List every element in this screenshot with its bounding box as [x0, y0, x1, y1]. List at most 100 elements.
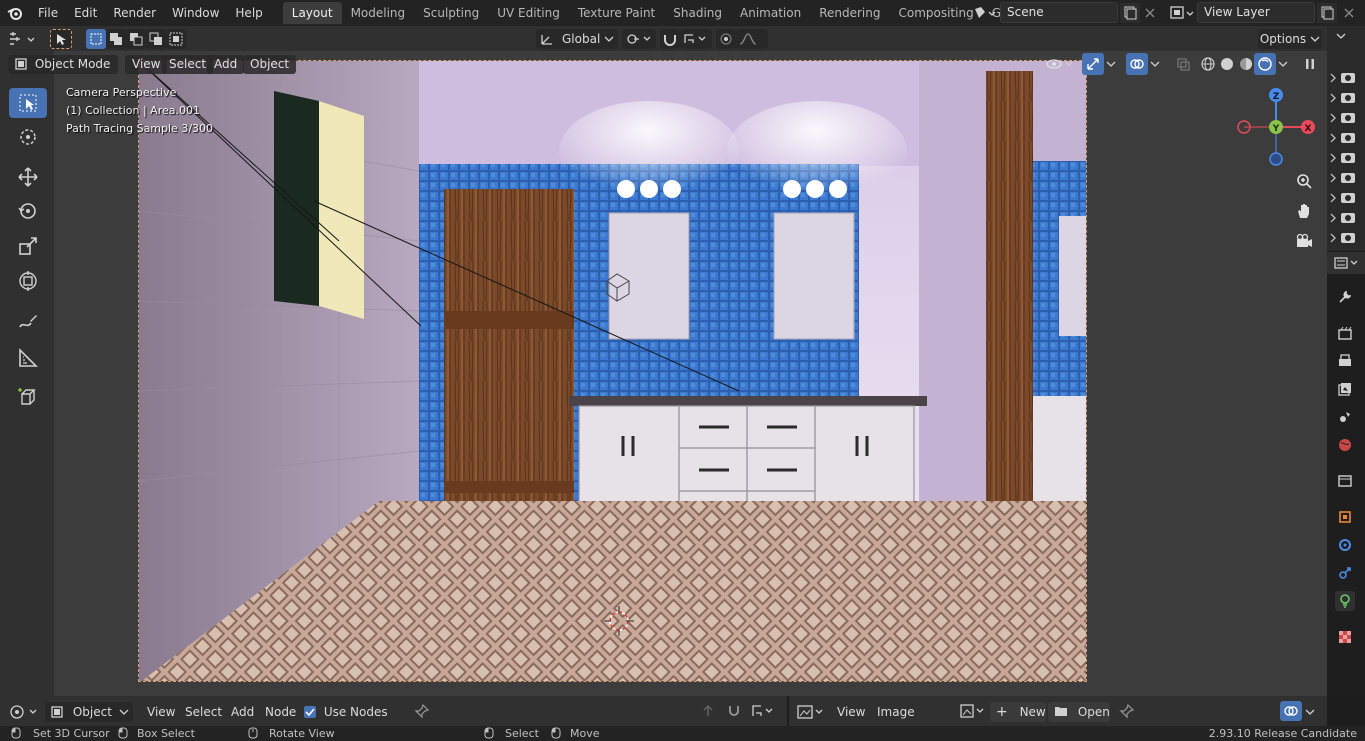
physics-icon[interactable] — [1335, 563, 1355, 583]
image-editor-type-icon[interactable] — [795, 702, 827, 722]
shader-type-dropdown[interactable]: Object — [45, 702, 133, 722]
object-mode-dropdown[interactable]: Object Mode — [8, 55, 118, 74]
object-data-icon[interactable] — [1335, 591, 1355, 611]
options-dropdown[interactable]: Options — [1258, 29, 1322, 49]
3d-viewport[interactable]: Camera Perspective (1) Collection | Area… — [8, 51, 1327, 696]
menu-edit[interactable]: Edit — [66, 0, 105, 26]
modifier-icon[interactable] — [1335, 535, 1355, 555]
select-mode-subtract-icon[interactable] — [126, 29, 146, 49]
view-layer-type-icon[interactable] — [1168, 4, 1196, 22]
tab-sculpting[interactable]: Sculpting — [414, 2, 488, 24]
snap-toggle[interactable] — [660, 29, 680, 49]
blender-logo-icon[interactable] — [0, 0, 30, 26]
zoom-icon[interactable] — [1293, 170, 1315, 192]
tool-select-box[interactable] — [9, 88, 47, 118]
menu-render[interactable]: Render — [105, 0, 164, 26]
scene-icon[interactable] — [1335, 407, 1355, 427]
tool-rotate[interactable] — [9, 196, 47, 226]
editor-type-icon[interactable] — [6, 29, 40, 49]
menu-file[interactable]: File — [30, 0, 66, 26]
view-layer-icon[interactable] — [1335, 379, 1355, 399]
view-layer-selector[interactable]: View Layer — [1197, 2, 1315, 23]
new-scene-icon[interactable] — [1120, 3, 1140, 23]
tab-uv-editing[interactable]: UV Editing — [488, 2, 569, 24]
overlays-toggle-icon[interactable] — [1126, 53, 1148, 75]
viewport-menu-add[interactable]: Add — [207, 55, 245, 74]
pause-render-icon[interactable] — [1299, 53, 1321, 75]
gizmo-dropdown-icon[interactable] — [1104, 53, 1118, 75]
scene-type-icon[interactable] — [972, 4, 998, 22]
new-image-button[interactable]: + New — [990, 702, 1046, 722]
tab-animation[interactable]: Animation — [731, 2, 810, 24]
shading-rendered-icon[interactable] — [1254, 53, 1276, 75]
node-menu-view[interactable]: View — [147, 702, 175, 722]
gizmo-z-label: Z — [1273, 92, 1280, 102]
image-overlays-toggle-icon[interactable] — [1280, 701, 1302, 721]
menu-window[interactable]: Window — [164, 0, 227, 26]
image-browse-dropdown[interactable] — [959, 702, 987, 722]
tool-add-cube[interactable] — [9, 382, 47, 412]
gizmo-toggle-icon[interactable] — [1082, 53, 1104, 75]
proportional-edit-toggle[interactable] — [716, 29, 736, 49]
node-menu-add[interactable]: Add — [231, 702, 254, 722]
world-icon[interactable] — [1335, 435, 1355, 455]
overlays-dropdown-icon[interactable] — [1148, 53, 1162, 75]
render-icon[interactable] — [1335, 323, 1355, 343]
image-overlays-dropdown-icon[interactable] — [1305, 702, 1315, 722]
output-icon[interactable] — [1335, 351, 1355, 371]
node-snap-target-dropdown[interactable] — [750, 702, 776, 722]
properties-editor-type-icon[interactable] — [1327, 252, 1365, 274]
scene-selector[interactable]: Scene — [1000, 2, 1118, 23]
pin-icon[interactable] — [414, 702, 430, 722]
tab-texture-paint[interactable]: Texture Paint — [569, 2, 664, 24]
node-editor-type-icon[interactable] — [6, 702, 40, 722]
menu-help[interactable]: Help — [227, 0, 270, 26]
open-image-button[interactable]: Open — [1048, 702, 1110, 722]
material-icon[interactable] — [1335, 627, 1355, 647]
tab-shading[interactable]: Shading — [664, 2, 731, 24]
select-mode-invert-icon[interactable] — [146, 29, 166, 49]
image-menu-view[interactable]: View — [837, 702, 865, 722]
parent-node-tree-icon[interactable] — [700, 702, 716, 722]
select-tool-icon[interactable] — [50, 29, 72, 49]
tool-scale[interactable] — [9, 231, 47, 261]
pivot-point-dropdown[interactable] — [622, 29, 656, 49]
tab-rendering[interactable]: Rendering — [810, 2, 889, 24]
node-snap-toggle[interactable] — [726, 702, 742, 722]
object-icon[interactable] — [1335, 507, 1355, 527]
new-view-layer-icon[interactable] — [1317, 3, 1337, 23]
visibility-dropdown-icon[interactable] — [1044, 53, 1076, 75]
select-mode-extend-icon[interactable] — [106, 29, 126, 49]
gizmo-y-label: Y — [1272, 124, 1280, 134]
tool-annotate[interactable] — [9, 307, 47, 337]
remove-scene-icon[interactable] — [1141, 3, 1159, 23]
tab-layout[interactable]: Layout — [282, 2, 342, 24]
snap-target-dropdown[interactable] — [680, 29, 712, 49]
transform-orientation-dropdown[interactable]: Global — [536, 29, 618, 49]
outliner-rows[interactable] — [1327, 26, 1365, 251]
tool-move[interactable] — [9, 162, 47, 192]
node-menu-select[interactable]: Select — [185, 702, 222, 722]
xray-toggle-icon[interactable] — [1172, 53, 1194, 75]
tool-icon[interactable] — [1335, 287, 1355, 307]
tool-measure[interactable] — [9, 343, 47, 373]
image-pin-icon[interactable] — [1119, 702, 1135, 722]
image-menu-image[interactable]: Image — [877, 702, 915, 722]
use-nodes-checkbox[interactable]: Use Nodes — [304, 702, 388, 722]
pan-hand-icon[interactable] — [1293, 200, 1315, 222]
select-mode-intersect-icon[interactable] — [166, 29, 186, 49]
shading-dropdown-icon[interactable] — [1276, 53, 1290, 75]
tab-compositing[interactable]: Compositing — [889, 2, 982, 24]
tab-modeling[interactable]: Modeling — [342, 2, 415, 24]
navigation-gizmo[interactable]: Z Y X — [1236, 87, 1316, 167]
viewport-menu-select[interactable]: Select — [162, 55, 214, 74]
tool-transform[interactable] — [9, 266, 47, 296]
select-mode-new-icon[interactable] — [86, 29, 106, 49]
proportional-falloff-dropdown[interactable] — [736, 29, 768, 49]
viewport-menu-object[interactable]: Object — [243, 55, 297, 74]
node-menu-node[interactable]: Node — [265, 702, 296, 722]
camera-view-icon[interactable] — [1293, 230, 1315, 252]
collection-icon[interactable] — [1335, 471, 1355, 491]
remove-view-layer-icon[interactable] — [1340, 3, 1358, 23]
tool-cursor[interactable] — [9, 122, 47, 152]
